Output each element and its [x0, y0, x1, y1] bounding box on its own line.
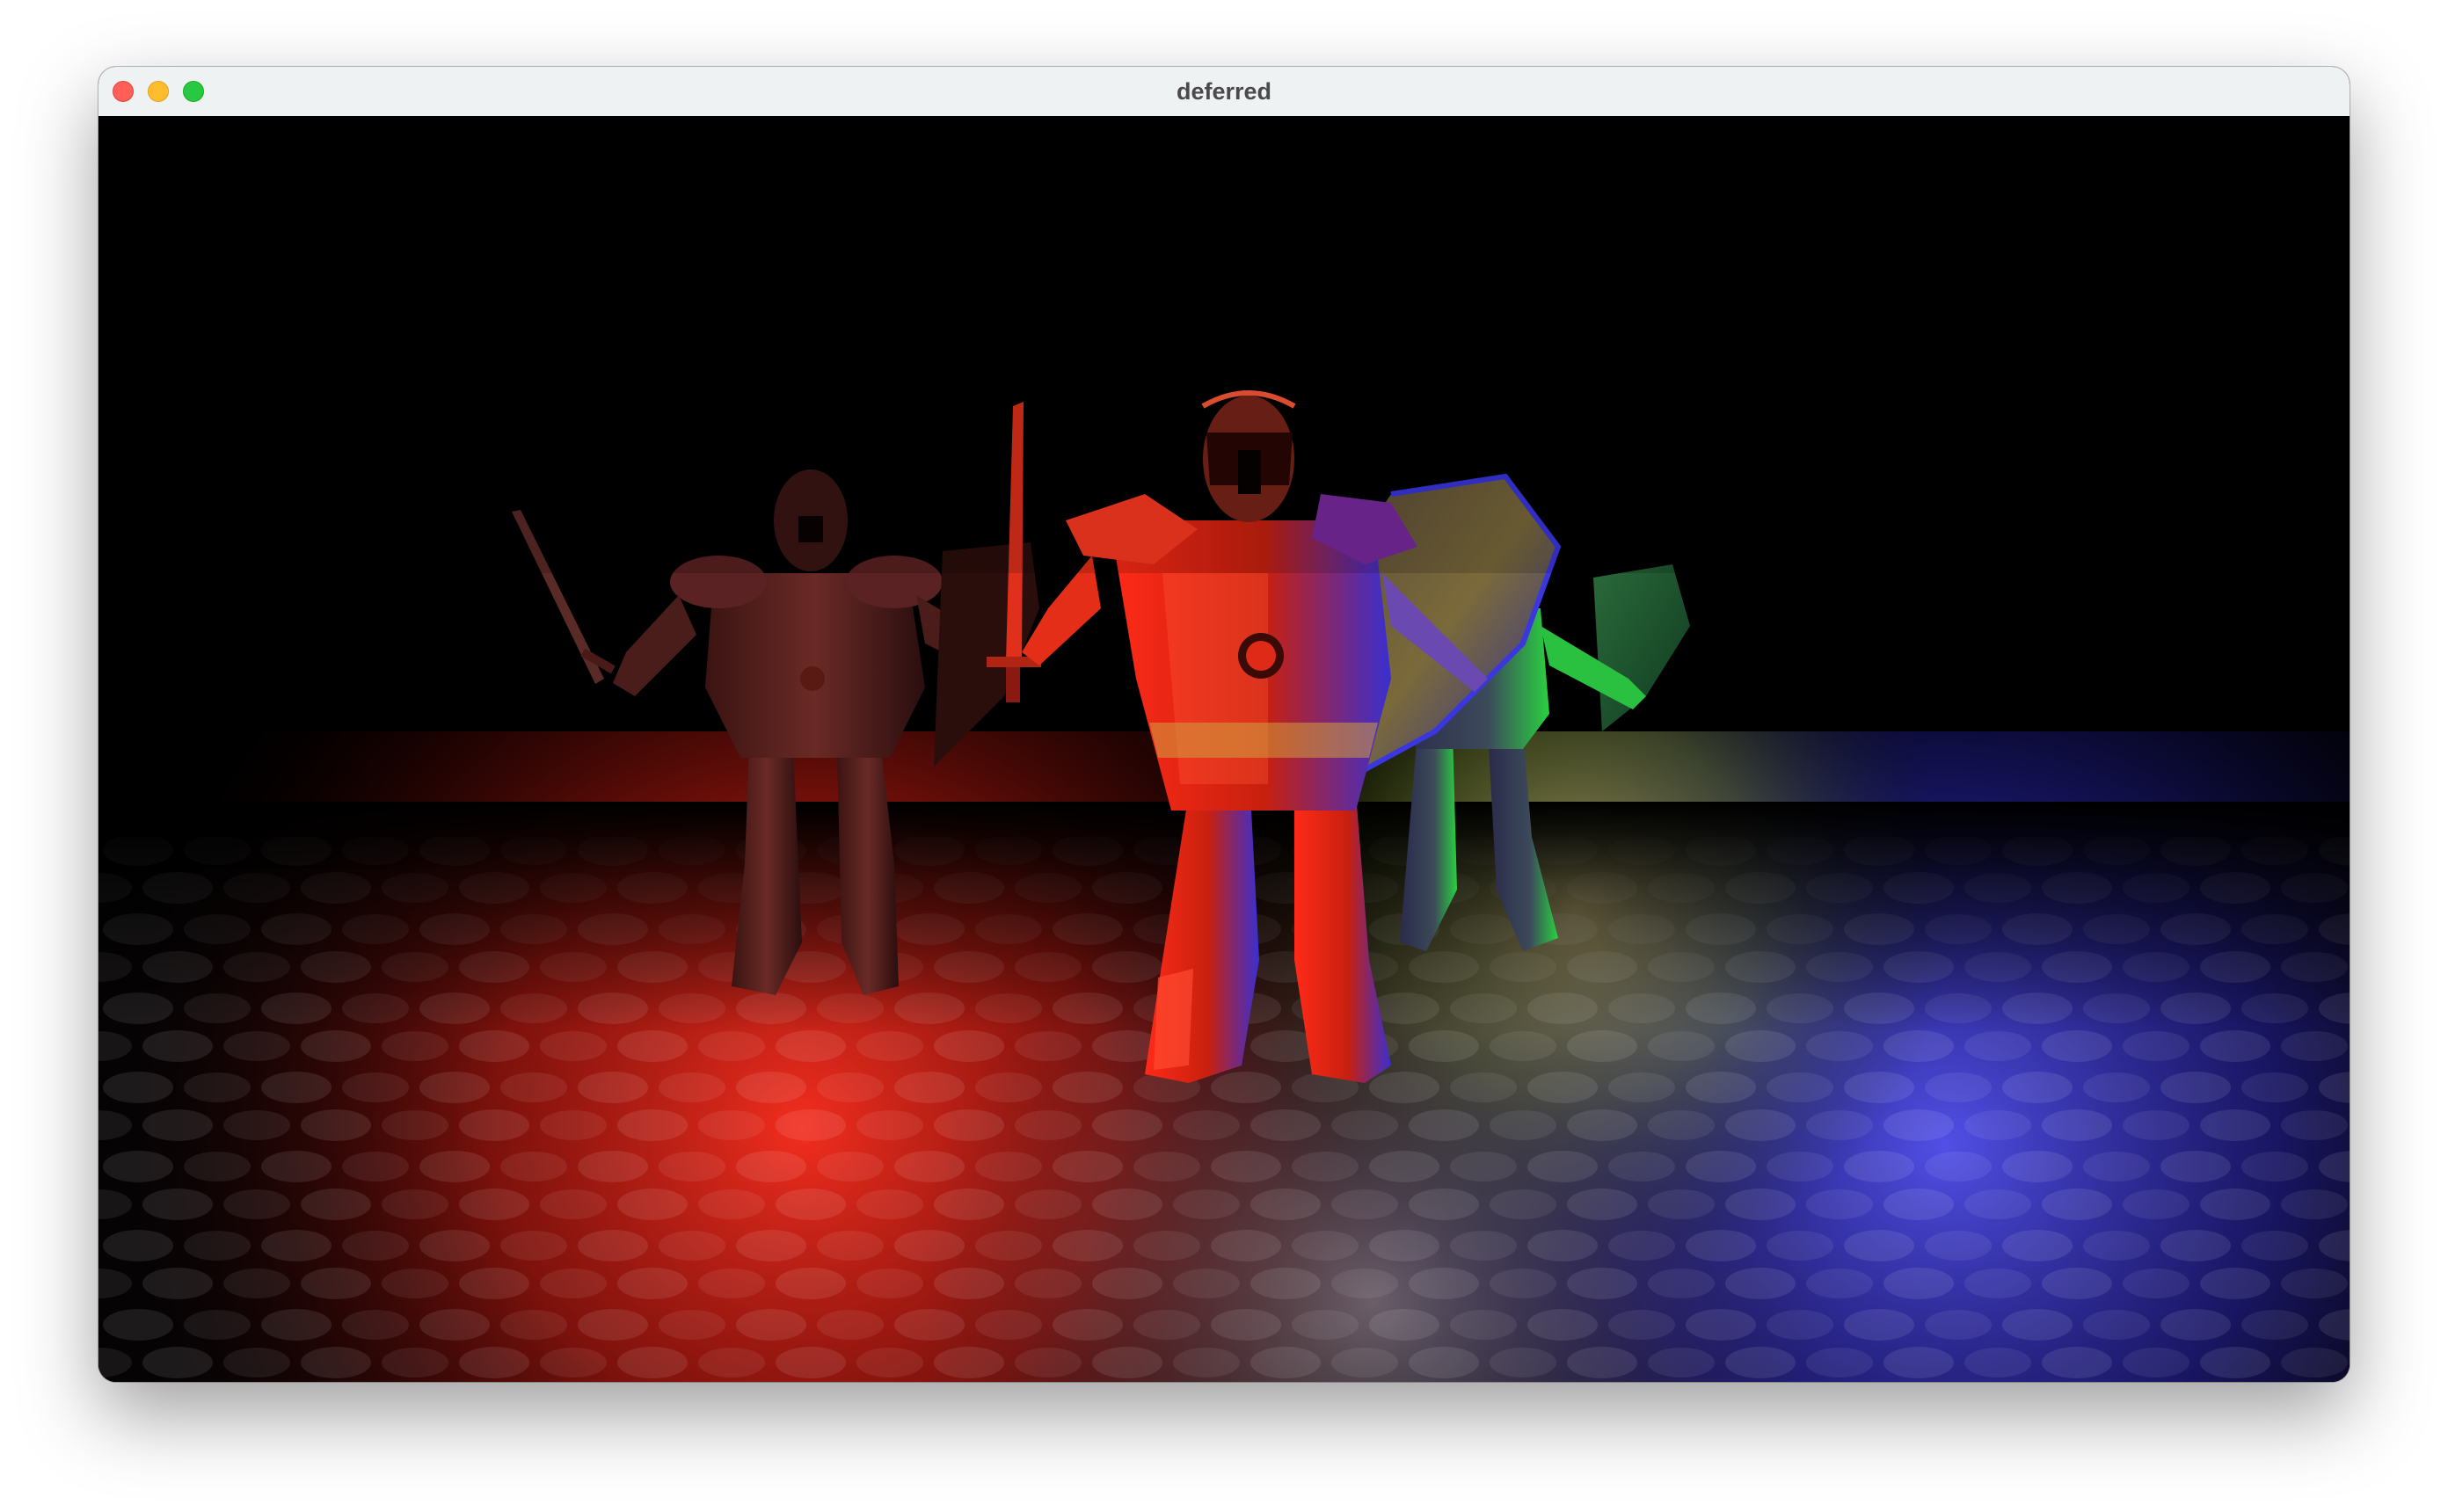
render-viewport[interactable] [98, 116, 2350, 1382]
app-window: deferred [98, 67, 2350, 1382]
title-bar[interactable]: deferred [98, 67, 2350, 117]
window-title: deferred [1176, 78, 1272, 105]
scene-canvas [98, 116, 2350, 1382]
